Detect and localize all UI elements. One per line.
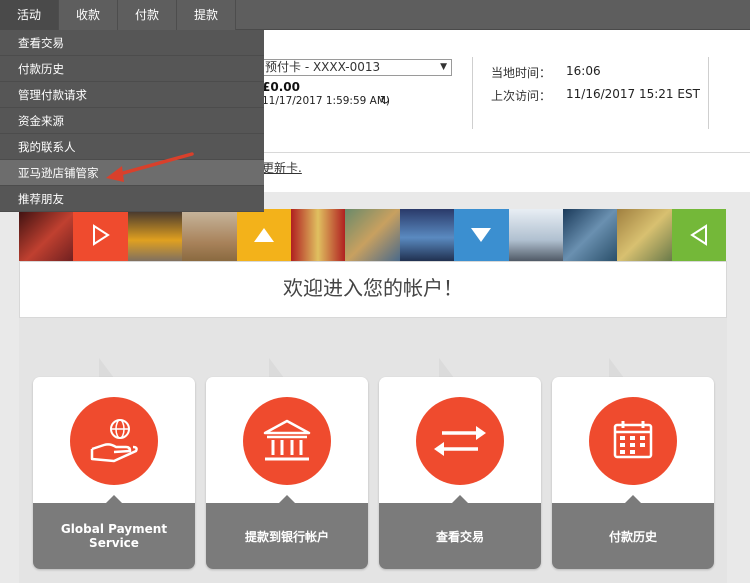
card-withdraw-to-bank[interactable]: 提款到银行帐户 <box>206 377 368 569</box>
triangle-down-icon <box>471 228 492 242</box>
card-global-payment-service[interactable]: Global Payment Service <box>33 377 195 569</box>
card-icon-circle <box>416 397 504 485</box>
nav-withdraw[interactable]: 提款 <box>177 0 236 30</box>
balance-amount: £0.00 <box>262 80 300 94</box>
card-select[interactable]: 预付卡 - XXXX-0013 ▼ <box>262 59 452 76</box>
refresh-icon[interactable]: ↻ <box>380 93 390 107</box>
balance-timestamp: 11/17/2017 1:59:59 AM) <box>262 95 391 107</box>
annotation-arrow-icon <box>106 152 194 182</box>
banner-photo <box>290 209 346 261</box>
last-visit-label: 上次访问： <box>491 89 552 103</box>
banner-photo <box>19 209 74 261</box>
card-label: Global Payment Service <box>33 503 195 569</box>
top-bar: 活动 收款 付款 提款 <box>0 0 750 30</box>
chevron-down-icon: ▼ <box>440 62 447 72</box>
globe-hand-icon <box>90 419 138 463</box>
menu-item-payment-history[interactable]: 付款历史 <box>0 56 264 82</box>
banner-tile-yellow <box>236 209 291 261</box>
card-icon-circle <box>243 397 331 485</box>
banner-photo <box>617 209 672 261</box>
last-visit-value: 11/16/2017 15:21 EST <box>566 87 700 101</box>
card-icon-circle <box>589 397 677 485</box>
divider <box>708 57 709 129</box>
banner-strip <box>19 209 727 261</box>
banner-photo <box>182 209 237 261</box>
card-select-value: 预付卡 - XXXX-0013 <box>265 60 381 74</box>
banner-tile-green <box>671 209 727 261</box>
calendar-icon <box>613 421 653 459</box>
transfer-arrows-icon <box>434 426 486 456</box>
menu-item-manage-payment-requests[interactable]: 管理付款请求 <box>0 82 264 108</box>
bank-icon <box>263 419 311 461</box>
top-nav: 活动 收款 付款 提款 <box>0 0 236 30</box>
play-left-outline-icon <box>690 224 707 246</box>
play-outline-icon <box>92 224 110 246</box>
divider <box>472 57 473 129</box>
nav-pay[interactable]: 付款 <box>118 0 177 30</box>
local-time-value: 16:06 <box>566 64 601 78</box>
banner-tile-blue <box>454 209 509 261</box>
local-time-label: 当地时间： <box>491 66 552 80</box>
banner-photo <box>345 209 400 261</box>
card-label: 提款到银行帐户 <box>206 503 368 569</box>
card-view-transactions[interactable]: 查看交易 <box>379 377 541 569</box>
card-payment-history[interactable]: 付款历史 <box>552 377 714 569</box>
menu-item-refer-friend[interactable]: 推荐朋友 <box>0 186 264 212</box>
card-label: 查看交易 <box>379 503 541 569</box>
card-label: 付款历史 <box>552 503 714 569</box>
banner-photo <box>127 209 183 261</box>
banner-photo <box>562 209 618 261</box>
menu-item-view-transactions[interactable]: 查看交易 <box>0 30 264 56</box>
menu-item-funding-sources[interactable]: 资金来源 <box>0 108 264 134</box>
nav-activity[interactable]: 活动 <box>0 0 59 30</box>
banner-photo <box>508 209 563 261</box>
banner-tile-red <box>73 209 128 261</box>
update-card-link[interactable]: 更新卡. <box>262 159 302 176</box>
triangle-up-icon <box>253 228 274 242</box>
banner-photo <box>399 209 455 261</box>
nav-receive[interactable]: 收款 <box>59 0 118 30</box>
card-icon-circle <box>70 397 158 485</box>
welcome-title: 欢迎进入您的帐户！ <box>19 261 727 318</box>
